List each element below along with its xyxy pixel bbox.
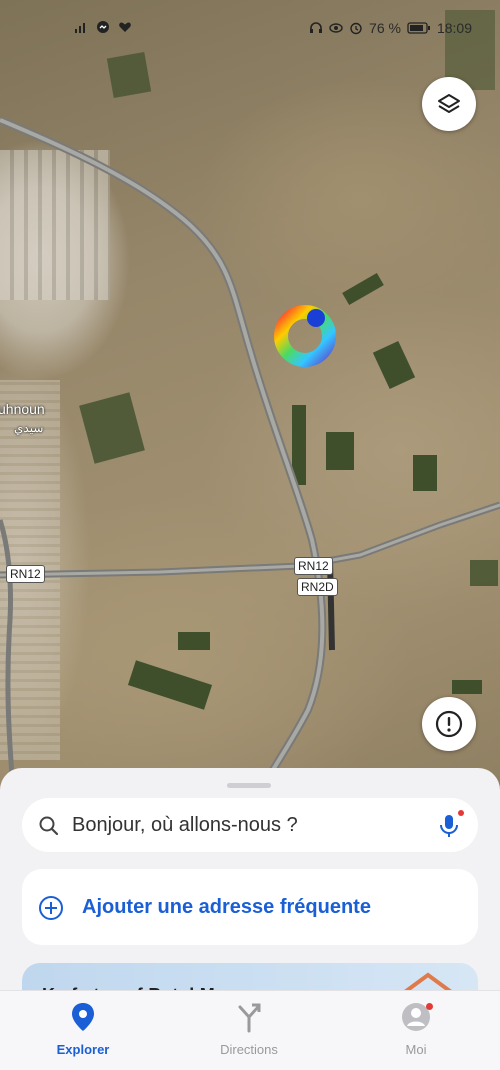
map-view[interactable]: RN12 RN12 RN2D uhnoun سيدي 76 % 18:09 [0, 0, 500, 800]
road-label-rn12: RN12 [294, 557, 333, 575]
profile-notification-dot [426, 1003, 433, 1010]
place-label-arabic: سيدي [14, 421, 44, 435]
search-input[interactable]: Bonjour, où allons-nous ? [72, 814, 298, 837]
directions-icon [238, 1003, 261, 1033]
road-network [0, 116, 500, 800]
clock: 18:09 [436, 20, 472, 36]
search-bar[interactable]: Bonjour, où allons-nous ? [22, 798, 478, 852]
place-label: uhnoun [0, 401, 45, 417]
current-location-marker[interactable] [270, 301, 340, 371]
layers-button[interactable] [422, 77, 476, 131]
road-label-rn12-left: RN12 [6, 565, 45, 583]
layers-icon [438, 94, 460, 113]
search-icon [39, 816, 59, 836]
microphone-icon [440, 815, 458, 837]
heart-icon [119, 22, 131, 32]
nav-explore[interactable]: Explorer [23, 1001, 143, 1057]
notification-dot [458, 810, 464, 816]
nav-me-label: Moi [405, 1042, 427, 1057]
nav-directions-label: Directions [220, 1042, 278, 1057]
signal-icon [75, 23, 85, 33]
add-frequent-address-label: Ajouter une adresse fréquente [82, 896, 371, 918]
nav-directions[interactable]: Directions [189, 1001, 309, 1057]
status-bar: 76 % 18:09 [0, 0, 500, 40]
nav-me[interactable]: Moi [356, 1001, 476, 1057]
messenger-icon [97, 21, 109, 33]
location-pin-icon [72, 1003, 94, 1031]
alert-info-icon [435, 710, 463, 738]
nav-explore-label: Explorer [56, 1042, 110, 1057]
battery-percent: 76 % [369, 20, 401, 36]
sheet-drag-handle[interactable] [227, 783, 271, 788]
road-label-rn2d: RN2D [297, 578, 338, 596]
bottom-navigation: Explorer Directions Moi [0, 990, 500, 1070]
add-frequent-address-button[interactable]: Ajouter une adresse fréquente [22, 869, 478, 945]
eye-icon [329, 23, 343, 33]
voice-search-button[interactable] [436, 810, 464, 840]
headphones-icon [310, 22, 323, 33]
battery-icon [407, 22, 430, 34]
alarm-icon [350, 22, 362, 35]
add-circle-icon [39, 896, 63, 920]
report-issue-button[interactable] [422, 697, 476, 751]
